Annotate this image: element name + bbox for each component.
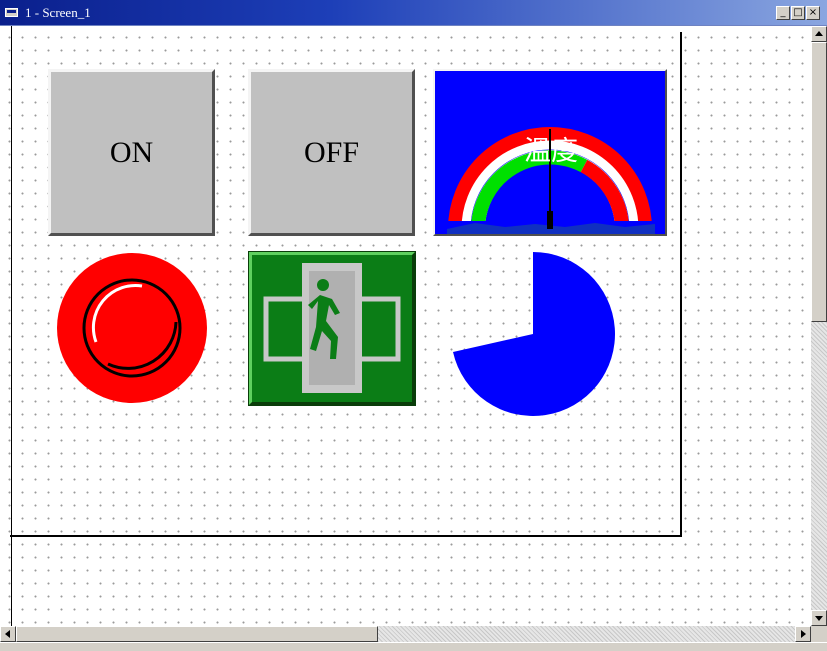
horizontal-scrollbar[interactable] [0,626,811,642]
scroll-down-button[interactable] [811,610,827,626]
pie-slice [453,252,615,416]
emergency-exit-icon [263,263,401,393]
exit-sign[interactable] [248,251,416,406]
on-button-label: ON [109,135,154,169]
off-button-label: OFF [303,135,360,169]
horizontal-scroll-thumb[interactable] [16,626,378,642]
on-button[interactable]: ON [48,69,215,236]
pie-graph[interactable] [451,252,615,416]
window-title: 1 - Screen_1 [25,5,91,20]
off-button[interactable]: OFF [248,69,415,236]
vertical-scrollbar[interactable] [811,26,827,626]
scroll-left-button[interactable] [0,626,16,642]
scroll-right-button[interactable] [795,626,811,642]
gauge-label: 溫度 [524,136,578,167]
window-bottom-edge [0,642,827,651]
close-button[interactable]: × [806,6,820,20]
title-bar: 1 - Screen_1 _ □ × [0,0,827,26]
red-push-button[interactable] [56,252,208,404]
maximize-button[interactable]: □ [791,6,805,20]
temperature-gauge[interactable]: 溫度 [433,69,667,236]
up-arrow-icon [815,31,823,36]
scroll-up-button[interactable] [811,26,827,42]
down-arrow-icon [815,616,823,621]
left-arrow-icon [5,630,10,638]
resize-grip[interactable] [811,626,827,642]
window-icon [5,8,18,17]
red-button-icon [57,253,207,403]
right-arrow-icon [801,630,806,638]
minimize-button[interactable]: _ [776,6,790,20]
vertical-scroll-thumb[interactable] [811,42,827,322]
design-canvas[interactable]: ON OFF 溫度 [0,26,811,626]
